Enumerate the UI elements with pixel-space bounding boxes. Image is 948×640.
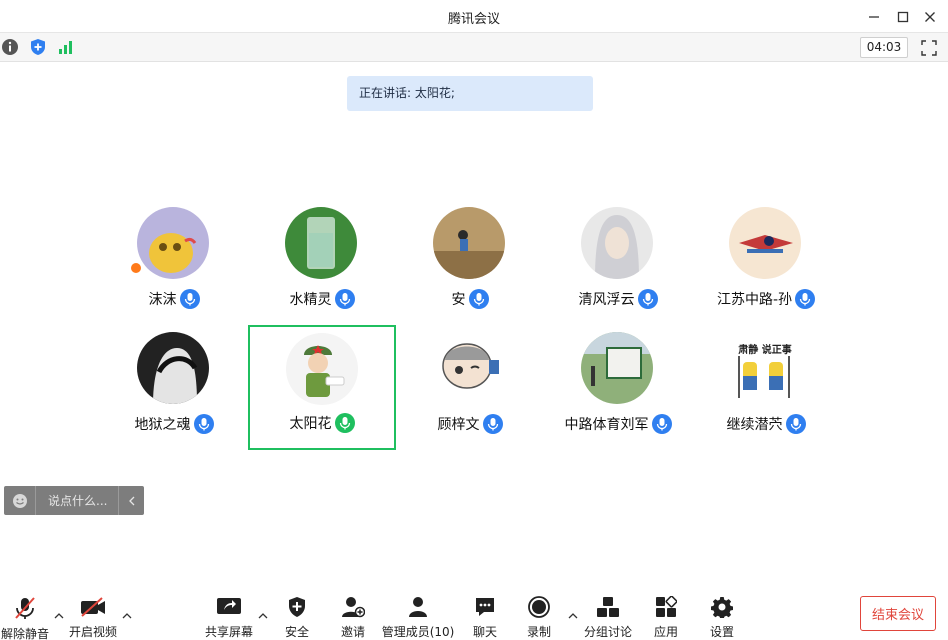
microphone-icon: [179, 289, 200, 309]
shield-icon[interactable]: [28, 37, 48, 57]
speaking-indicator: 正在讲话: 太阳花;: [347, 76, 593, 111]
participant-tile[interactable]: 中路体育刘军: [545, 326, 691, 450]
microphone-icon: [651, 414, 672, 434]
participant-name: 安: [451, 292, 466, 308]
gear-icon: [711, 596, 733, 618]
apps-button[interactable]: 应用: [651, 596, 681, 640]
window-title: 腾讯会议: [447, 12, 500, 27]
microphone-icon: [334, 289, 355, 309]
participant-tile[interactable]: 顾梓文: [397, 326, 543, 450]
chat-input[interactable]: 说点什么...: [4, 486, 144, 515]
security-button[interactable]: 安全: [282, 596, 312, 640]
end-meeting-button[interactable]: 结束会议: [860, 596, 936, 631]
record-icon: [528, 596, 550, 618]
avatar: [581, 207, 653, 279]
camera-off-icon: [80, 596, 106, 618]
participant-name: 沫沫: [148, 292, 177, 308]
share-screen-icon: [216, 596, 242, 618]
participant-name: 继续潜茓: [726, 417, 783, 433]
participant-tile[interactable]: 安: [397, 201, 543, 325]
shield-icon: [287, 596, 307, 618]
bottom-toolbar: 解除静音 开启视频 共享屏幕 安全 邀请 管理成员(10) 聊天 录制 分组讨论…: [0, 590, 948, 640]
participant-name: 清风浮云: [578, 292, 635, 308]
chat-icon: [474, 596, 496, 618]
record-button[interactable]: 录制: [524, 596, 554, 640]
title-bar: 腾讯会议: [0, 0, 948, 33]
members-icon: [407, 596, 429, 618]
chevron-up-icon[interactable]: [567, 610, 579, 622]
unmute-button[interactable]: 解除静音: [1, 596, 49, 640]
avatar: [433, 207, 505, 279]
fullscreen-icon[interactable]: [918, 37, 940, 59]
chevron-left-icon[interactable]: [118, 486, 144, 515]
chevron-up-icon[interactable]: [257, 610, 269, 622]
chevron-up-icon[interactable]: [53, 610, 65, 622]
participant-tile-active[interactable]: 太阳花: [248, 325, 396, 450]
participant-name: 地狱之魂: [134, 417, 191, 433]
participant-name: 水精灵: [289, 292, 332, 308]
meeting-info-bar: 04:03: [0, 33, 948, 62]
participant-tile[interactable]: 清风浮云: [545, 201, 691, 325]
start-video-button[interactable]: 开启视频: [69, 596, 117, 640]
add-user-icon: [341, 596, 365, 618]
participant-name: 顾梓文: [437, 417, 480, 433]
microphone-icon: [482, 414, 503, 434]
avatar: [137, 332, 209, 404]
emoji-icon[interactable]: [4, 486, 36, 515]
avatar: [433, 332, 505, 404]
microphone-icon: [795, 289, 816, 309]
breakout-rooms-button[interactable]: 分组讨论: [584, 596, 632, 640]
microphone-icon: [193, 414, 214, 434]
share-screen-button[interactable]: 共享屏幕: [205, 596, 253, 640]
manage-members-button[interactable]: 管理成员(10): [382, 596, 454, 640]
participant-tile[interactable]: 沫沫: [101, 201, 247, 325]
chevron-up-icon[interactable]: [121, 610, 133, 622]
avatar: 肃静 说正事: [729, 332, 801, 404]
info-icon[interactable]: [0, 37, 20, 57]
participant-name: 江苏中路-孙: [716, 292, 793, 308]
minimize-icon[interactable]: [863, 6, 885, 28]
invite-button[interactable]: 邀请: [338, 596, 368, 640]
avatar: [581, 332, 653, 404]
microphone-icon: [468, 289, 489, 309]
breakout-icon: [596, 596, 620, 618]
host-badge-icon: [129, 261, 143, 275]
settings-button[interactable]: 设置: [707, 596, 737, 640]
close-icon[interactable]: [919, 6, 941, 28]
avatar: [137, 207, 209, 279]
meeting-timer: 04:03: [860, 37, 908, 58]
avatar: [285, 207, 357, 279]
participant-name: 太阳花: [289, 416, 332, 432]
participant-tile[interactable]: 肃静 说正事 继续潜茓: [693, 326, 839, 450]
microphone-speaking-icon: [334, 413, 355, 433]
microphone-icon: [785, 414, 806, 434]
avatar: [729, 207, 801, 279]
participant-name: 中路体育刘军: [564, 417, 649, 433]
avatar: [286, 333, 358, 405]
chat-button[interactable]: 聊天: [470, 596, 500, 640]
chat-placeholder[interactable]: 说点什么...: [36, 492, 118, 509]
microphone-icon: [637, 289, 658, 309]
signal-icon[interactable]: [56, 37, 76, 57]
participant-tile[interactable]: 地狱之魂: [101, 326, 247, 450]
microphone-muted-icon: [14, 596, 36, 620]
maximize-icon[interactable]: [892, 6, 914, 28]
participant-tile[interactable]: 水精灵: [249, 201, 395, 325]
apps-icon: [655, 596, 677, 618]
participant-tile[interactable]: 江苏中路-孙: [693, 201, 839, 325]
